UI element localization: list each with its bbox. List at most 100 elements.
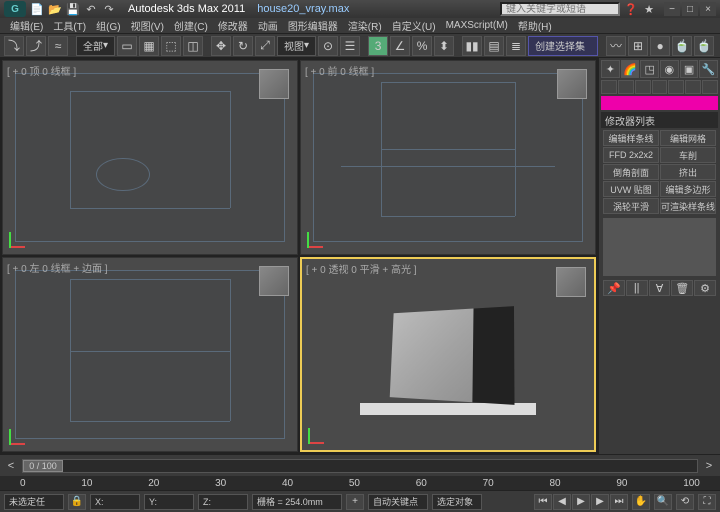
subobj-icon[interactable] (685, 80, 701, 94)
pan-view-icon[interactable]: ✋ (632, 494, 650, 510)
prev-frame-icon[interactable]: ◀ (553, 494, 571, 510)
menu-create[interactable]: 创建(C) (170, 18, 212, 33)
select-name-icon[interactable]: ▦ (139, 36, 159, 56)
angle-snap-icon[interactable]: ∠ (390, 36, 410, 56)
ref-coord[interactable]: 视图 ▾ (277, 36, 316, 56)
viewcube-icon[interactable] (259, 266, 289, 296)
snap-icon[interactable]: 3 (368, 36, 388, 56)
menu-graph[interactable]: 图形编辑器 (284, 18, 342, 33)
viewport-top[interactable]: [ + 0 顶 0 线框 ] (2, 60, 298, 255)
unlink-icon[interactable]: ⤴ (26, 36, 46, 56)
modifier-list-header[interactable]: 修改器列表 (601, 112, 718, 128)
minimize-button[interactable]: − (664, 2, 680, 16)
add-time-tag-icon[interactable]: + (346, 494, 364, 510)
make-unique-icon[interactable]: ∀ (649, 280, 671, 296)
close-button[interactable]: × (700, 2, 716, 16)
coord-z[interactable]: Z: (198, 494, 248, 510)
redo-icon[interactable]: ↷ (102, 2, 116, 16)
menu-views[interactable]: 视图(V) (127, 18, 168, 33)
modifier-btn[interactable]: 编辑样条线 (603, 130, 659, 146)
coord-y[interactable]: Y: (144, 494, 194, 510)
next-frame-icon[interactable]: ▶ (591, 494, 609, 510)
subobj-icon[interactable] (601, 80, 617, 94)
subobj-icon[interactable] (652, 80, 668, 94)
star-icon[interactable]: ★ (642, 2, 656, 16)
auto-key[interactable]: 自动关键点 (368, 494, 428, 510)
subobj-icon[interactable] (668, 80, 684, 94)
rotate-icon[interactable]: ↻ (233, 36, 253, 56)
menu-customize[interactable]: 自定义(U) (388, 18, 440, 33)
spinner-snap-icon[interactable]: ⬍ (434, 36, 454, 56)
mirror-icon[interactable]: ▮▮ (462, 36, 482, 56)
viewport-top-label[interactable]: [ + 0 顶 0 线框 ] (7, 63, 76, 78)
link-icon[interactable]: ⤵ (4, 36, 24, 56)
undo-icon[interactable]: ↶ (84, 2, 98, 16)
time-handle[interactable]: 0 / 100 (23, 460, 63, 472)
app-logo[interactable]: G (4, 1, 26, 17)
show-result-icon[interactable]: || (626, 280, 648, 296)
align-icon[interactable]: ▤ (484, 36, 504, 56)
play-icon[interactable]: ▶ (572, 494, 590, 510)
curve-editor-icon[interactable]: 〰 (606, 36, 626, 56)
save-icon[interactable]: 💾 (66, 2, 80, 16)
menu-tools[interactable]: 工具(T) (49, 18, 90, 33)
percent-snap-icon[interactable]: % (412, 36, 432, 56)
viewport-front[interactable]: [ + 0 前 0 线框 ] (300, 60, 596, 255)
timeline-end-icon[interactable]: > (702, 459, 716, 473)
layers-icon[interactable]: ≣ (506, 36, 526, 56)
object-color[interactable] (601, 96, 718, 110)
material-icon[interactable]: ● (650, 36, 670, 56)
select-icon[interactable]: ▭ (117, 36, 137, 56)
viewport-left[interactable]: [ + 0 左 0 线框 + 边面 ] (2, 257, 298, 452)
remove-mod-icon[interactable]: 🗑 (671, 280, 693, 296)
menu-modifiers[interactable]: 修改器 (214, 18, 252, 33)
menu-edit[interactable]: 编辑(E) (6, 18, 47, 33)
help-icon[interactable]: ❓ (624, 2, 638, 16)
viewport-perspective[interactable]: [ + 0 透视 0 平滑 + 高光 ] (300, 257, 596, 452)
display-tab-icon[interactable]: ▣ (680, 60, 699, 78)
new-icon[interactable]: 📄 (30, 2, 44, 16)
subobj-icon[interactable] (702, 80, 718, 94)
move-icon[interactable]: ✥ (211, 36, 231, 56)
viewcube-icon[interactable] (259, 69, 289, 99)
render-icon[interactable]: 🍵 (694, 36, 714, 56)
modifier-btn[interactable]: FFD 2x2x2 (603, 147, 659, 163)
maximize-viewport-icon[interactable]: ⛶ (698, 494, 716, 510)
selection-filter[interactable]: 全部 ▾ (76, 36, 115, 56)
menu-help[interactable]: 帮助(H) (514, 18, 556, 33)
search-input[interactable] (500, 2, 620, 16)
viewport-persp-label[interactable]: [ + 0 透视 0 平滑 + 高光 ] (306, 261, 417, 276)
hierarchy-tab-icon[interactable]: ◳ (640, 60, 659, 78)
coord-x[interactable]: X: (90, 494, 140, 510)
modifier-btn[interactable]: 倒角剖面 (603, 164, 659, 180)
time-slider[interactable]: 0 / 100 (22, 459, 698, 473)
lock-icon[interactable]: 🔒 (68, 494, 86, 510)
subobj-icon[interactable] (635, 80, 651, 94)
utilities-tab-icon[interactable]: 🔧 (699, 60, 718, 78)
scale-icon[interactable]: ⤢ (255, 36, 275, 56)
motion-tab-icon[interactable]: ◉ (660, 60, 679, 78)
modifier-btn[interactable]: 编辑网格 (660, 130, 716, 146)
open-icon[interactable]: 📂 (48, 2, 62, 16)
pin-stack-icon[interactable]: 📌 (603, 280, 625, 296)
goto-end-icon[interactable]: ⏭ (610, 494, 628, 510)
timeline-config-icon[interactable]: < (4, 459, 18, 473)
create-tab-icon[interactable]: ✦ (601, 60, 620, 78)
modifier-btn[interactable]: 车削 (660, 147, 716, 163)
named-selection[interactable]: 创建选择集 (528, 36, 598, 56)
viewcube-icon[interactable] (557, 69, 587, 99)
menu-group[interactable]: 组(G) (92, 18, 124, 33)
configure-icon[interactable]: ⚙ (694, 280, 716, 296)
menu-maxscript[interactable]: MAXScript(M) (442, 20, 512, 31)
viewport-left-label[interactable]: [ + 0 左 0 线框 + 边面 ] (7, 260, 108, 275)
modifier-btn[interactable]: 涡轮平滑 (603, 198, 659, 214)
window-icon[interactable]: ◫ (183, 36, 203, 56)
zoom-icon[interactable]: 🔍 (654, 494, 672, 510)
bind-icon[interactable]: ≈ (48, 36, 68, 56)
menu-animation[interactable]: 动画 (254, 18, 282, 33)
viewcube-icon[interactable] (556, 267, 586, 297)
orbit-icon[interactable]: ⟲ (676, 494, 694, 510)
time-ruler[interactable]: 0102030405060708090100 (0, 476, 720, 490)
menu-render[interactable]: 渲染(R) (344, 18, 386, 33)
region-icon[interactable]: ⬚ (161, 36, 181, 56)
